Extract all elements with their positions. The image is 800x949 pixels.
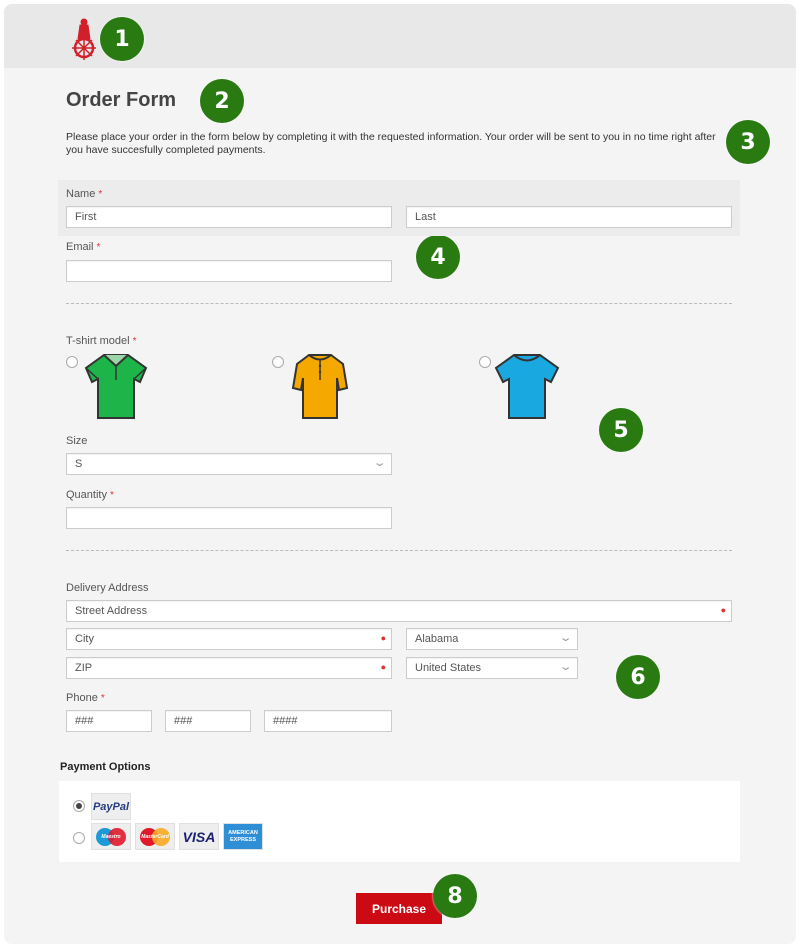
callout-badge: 8 <box>433 874 477 918</box>
blue-tshirt-icon[interactable] <box>494 352 560 420</box>
phone-area-input[interactable]: ### <box>66 710 152 732</box>
tshirt-model-label: T-shirt model * <box>66 335 137 347</box>
tshirt-radio-blue[interactable] <box>479 356 491 368</box>
mastercard-label: MasterCard <box>141 833 169 840</box>
paypal-logo[interactable]: PayPal <box>91 793 131 820</box>
form-description: Please place your order in the form belo… <box>66 131 716 156</box>
first-name-input[interactable]: First <box>66 206 392 228</box>
green-polo-shirt-icon[interactable] <box>84 352 148 420</box>
phone-prefix-input[interactable]: ### <box>165 710 251 732</box>
quantity-input[interactable] <box>66 507 392 529</box>
chevron-down-icon: ⌄ <box>558 632 573 644</box>
quantity-label: Quantity * <box>66 489 114 501</box>
logo-icon <box>72 18 96 60</box>
last-name-input[interactable]: Last <box>406 206 732 228</box>
tshirt-radio-green[interactable] <box>66 356 78 368</box>
payment-options-label: Payment Options <box>60 761 151 773</box>
divider <box>66 303 732 304</box>
chevron-down-icon: ⌄ <box>558 661 573 673</box>
card-radio[interactable] <box>73 832 85 844</box>
name-label: Name * <box>66 188 103 200</box>
mastercard-logo[interactable]: MasterCard <box>135 823 175 850</box>
paypal-radio[interactable] <box>73 800 85 812</box>
chevron-down-icon: ⌄ <box>372 457 387 469</box>
purchase-button[interactable]: Purchase <box>356 893 442 924</box>
maestro-logo[interactable]: Maestro <box>91 823 131 850</box>
email-label: Email * <box>66 241 101 253</box>
amex-logo[interactable]: AMERICAN EXPRESS <box>223 823 263 850</box>
callout-badge: 2 <box>200 79 244 123</box>
phone-line-input[interactable]: #### <box>264 710 392 732</box>
city-input[interactable]: City ● <box>66 628 392 650</box>
callout-badge: 1 <box>100 17 144 61</box>
size-select[interactable]: S ⌄ <box>66 453 392 475</box>
state-select[interactable]: Alabama ⌄ <box>406 628 578 650</box>
email-input[interactable] <box>66 260 392 282</box>
maestro-label: Maestro <box>101 833 121 840</box>
zip-input[interactable]: ZIP ● <box>66 657 392 679</box>
size-label: Size <box>66 435 88 447</box>
callout-badge: 4 <box>416 235 460 279</box>
delivery-address-label: Delivery Address <box>66 582 149 594</box>
page-title: Order Form <box>66 89 177 111</box>
street-address-input[interactable]: Street Address ● <box>66 600 732 622</box>
divider <box>66 550 732 551</box>
orange-henley-shirt-icon[interactable] <box>291 352 349 420</box>
country-select[interactable]: United States ⌄ <box>406 657 578 679</box>
callout-badge: 5 <box>599 408 643 452</box>
callout-badge: 6 <box>616 655 660 699</box>
callout-badge: 3 <box>726 120 770 164</box>
phone-label: Phone * <box>66 692 105 704</box>
visa-logo[interactable]: VISA <box>179 823 219 850</box>
tshirt-radio-orange[interactable] <box>272 356 284 368</box>
